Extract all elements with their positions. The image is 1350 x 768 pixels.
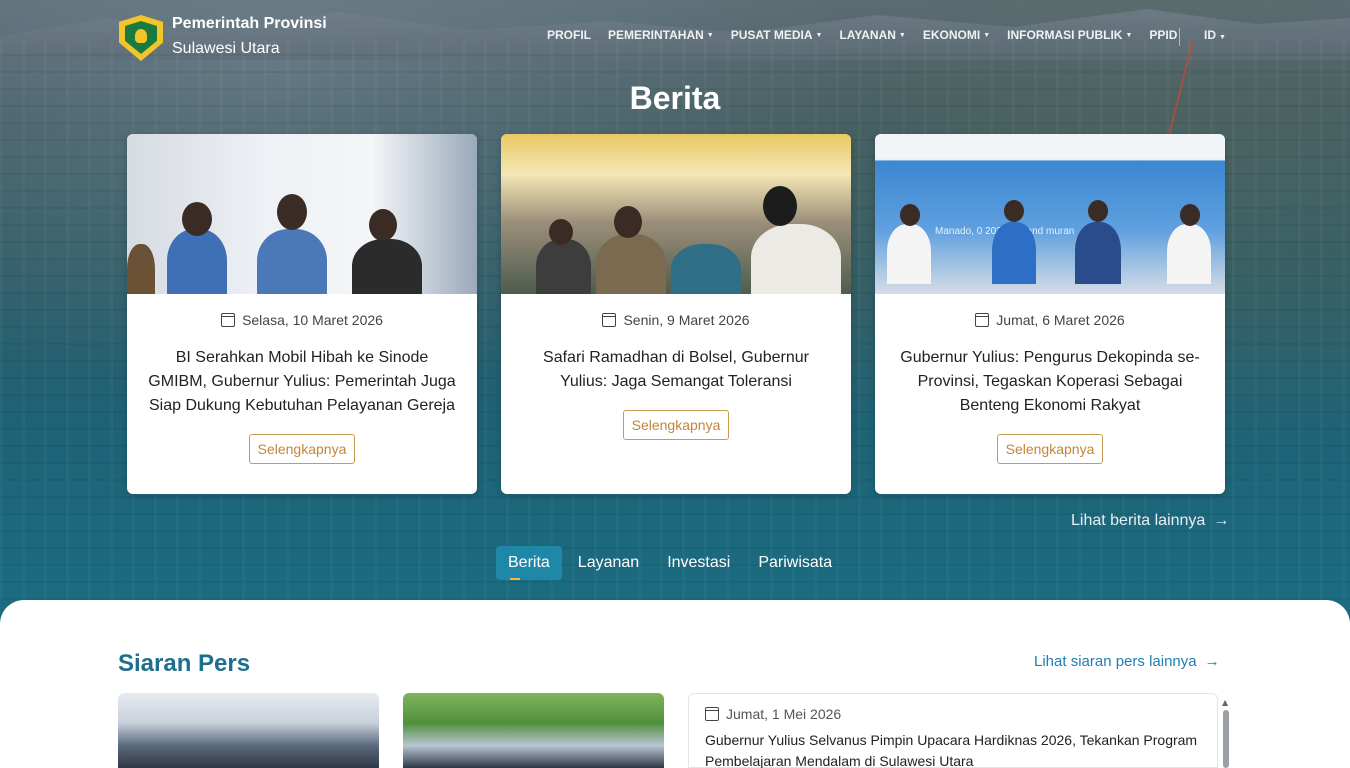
news-card[interactable]: Senin, 9 Maret 2026 Safari Ramadhan di B…	[501, 134, 851, 494]
calendar-icon	[975, 313, 990, 327]
news-date-text: Senin, 9 Maret 2026	[623, 312, 750, 328]
press-photo[interactable]	[403, 693, 664, 768]
logo-emblem	[135, 29, 147, 43]
arrow-right-icon: →	[1204, 653, 1220, 670]
press-list-item[interactable]: Jumat, 1 Mei 2026 Gubernur Yulius Selvan…	[688, 693, 1218, 768]
nav-label: PPID	[1149, 28, 1178, 42]
news-date-text: Selasa, 10 Maret 2026	[242, 312, 383, 328]
photo-head	[614, 206, 642, 238]
logo-shield	[125, 21, 157, 54]
brand-title[interactable]: Pemerintah Provinsi	[172, 15, 327, 33]
scroll-up-icon[interactable]: ▲	[1222, 698, 1228, 707]
brand-subtitle[interactable]: Sulawesi Utara	[172, 40, 280, 58]
read-more-button[interactable]: Selengkapnya	[996, 434, 1104, 464]
arrow-right-icon: →	[1213, 512, 1230, 529]
see-more-press-label: Lihat siaran pers lainnya	[1034, 653, 1197, 670]
photo-figure	[127, 244, 155, 294]
caret-down-icon: ▼	[815, 32, 823, 39]
nav-item-layanan[interactable]: LAYANAN ▼	[839, 28, 905, 42]
see-more-label: Lihat berita lainnya	[1071, 512, 1206, 529]
main-nav: PROFIL PEMERINTAHAN ▼ PUSAT MEDIA ▼ LAYANA…	[547, 28, 1194, 42]
nav-label: LAYANAN	[839, 28, 896, 42]
caret-down-icon: ▼	[898, 32, 906, 39]
photo-head	[1180, 204, 1200, 226]
photo-head	[1004, 200, 1024, 222]
nav-label: EKONOMI	[922, 28, 981, 42]
province-logo-icon[interactable]	[119, 15, 163, 61]
calendar-icon	[705, 707, 719, 721]
nav-item-informasi-publik[interactable]: INFORMASI PUBLIK ▼	[1007, 28, 1132, 42]
news-photo[interactable]: Manado, 0 2026 | Grand muran	[875, 134, 1225, 294]
calendar-icon	[602, 313, 617, 327]
photo-head	[277, 194, 307, 230]
caret-down-icon: ▼	[1125, 32, 1133, 39]
photo-head	[900, 204, 920, 226]
nav-item-pemerintahan[interactable]: PEMERINTAHAN ▼	[608, 28, 714, 42]
nav-label: PUSAT MEDIA	[730, 28, 813, 42]
photo-figure	[992, 222, 1036, 284]
photo-figure	[887, 224, 931, 284]
photo-figure	[257, 229, 327, 294]
photo-head	[182, 202, 212, 236]
photo-head	[763, 186, 797, 226]
see-more-press-link[interactable]: Lihat siaran pers lainnya →	[1034, 653, 1220, 670]
nav-item-ppid[interactable]: PPID	[1149, 28, 1177, 42]
nav-item-profil[interactable]: PROFIL	[547, 28, 591, 42]
photo-head	[549, 219, 573, 245]
photo-figure	[1167, 224, 1211, 284]
tab-pariwisata[interactable]: Pariwisata	[746, 546, 844, 580]
nav-item-ekonomi[interactable]: EKONOMI ▼	[923, 28, 990, 42]
news-title[interactable]: Safari Ramadhan di Bolsel, Gubernur Yuli…	[521, 346, 831, 394]
photo-figure	[352, 239, 422, 294]
nav-item-pusat-media[interactable]: PUSAT MEDIA ▼	[731, 28, 823, 42]
photo-head	[369, 209, 397, 241]
read-more-button[interactable]: Selengkapnya	[622, 410, 730, 440]
photo-figure	[671, 244, 741, 294]
nav-label: INFORMASI PUBLIK	[1007, 28, 1123, 42]
photo-figure	[751, 224, 841, 294]
news-card[interactable]: Manado, 0 2026 | Grand muran Jumat, 6 Ma…	[875, 134, 1225, 494]
see-more-news-link[interactable]: Lihat berita lainnya →	[1071, 512, 1229, 530]
news-card[interactable]: Selasa, 10 Maret 2026 BI Serahkan Mobil …	[127, 134, 477, 494]
news-title[interactable]: BI Serahkan Mobil Hibah ke Sinode GMIBM,…	[147, 346, 457, 418]
language-label: ID	[1204, 28, 1216, 42]
news-date-text: Jumat, 6 Maret 2026	[996, 312, 1125, 328]
scrollbar-thumb[interactable]	[1223, 710, 1229, 768]
photo-figure	[536, 239, 591, 294]
tab-investasi[interactable]: Investasi	[655, 546, 742, 580]
tab-berita[interactable]: Berita	[496, 546, 562, 580]
photo-head	[1088, 200, 1108, 222]
caret-down-icon: ▼	[983, 32, 991, 39]
photo-figure	[1075, 222, 1121, 284]
caret-down-icon: ▼	[1219, 34, 1226, 41]
press-scrollbar[interactable]: ▲	[1222, 698, 1230, 768]
press-section-title: Siaran Pers	[118, 650, 251, 677]
news-photo[interactable]	[127, 134, 477, 294]
nav-divider	[1179, 28, 1180, 46]
read-more-button[interactable]: Selengkapnya	[248, 434, 356, 464]
news-date: Selasa, 10 Maret 2026	[127, 312, 477, 328]
press-photo[interactable]	[118, 693, 379, 768]
tab-layanan[interactable]: Layanan	[566, 546, 651, 580]
news-date: Jumat, 6 Maret 2026	[875, 312, 1225, 328]
press-date-text: Jumat, 1 Mei 2026	[726, 706, 842, 722]
news-photo[interactable]	[501, 134, 851, 294]
news-date: Senin, 9 Maret 2026	[501, 312, 851, 328]
photo-figure	[596, 234, 666, 294]
section-tabs: Berita Layanan Investasi Pariwisata	[496, 546, 848, 580]
nav-label: PEMERINTAHAN	[608, 28, 704, 42]
news-title[interactable]: Gubernur Yulius: Pengurus Dekopinda se-P…	[895, 346, 1205, 418]
news-section-title: Berita	[629, 80, 721, 116]
press-date: Jumat, 1 Mei 2026	[705, 706, 1201, 722]
photo-figure	[167, 229, 227, 294]
calendar-icon	[221, 313, 236, 327]
site-header: Pemerintah Provinsi Sulawesi Utara PROFI…	[0, 0, 1350, 74]
caret-down-icon: ▼	[706, 32, 714, 39]
press-title[interactable]: Gubernur Yulius Selvanus Pimpin Upacara …	[705, 730, 1201, 768]
nav-label: PROFIL	[547, 28, 591, 42]
language-selector[interactable]: ID ▼	[1204, 28, 1226, 42]
